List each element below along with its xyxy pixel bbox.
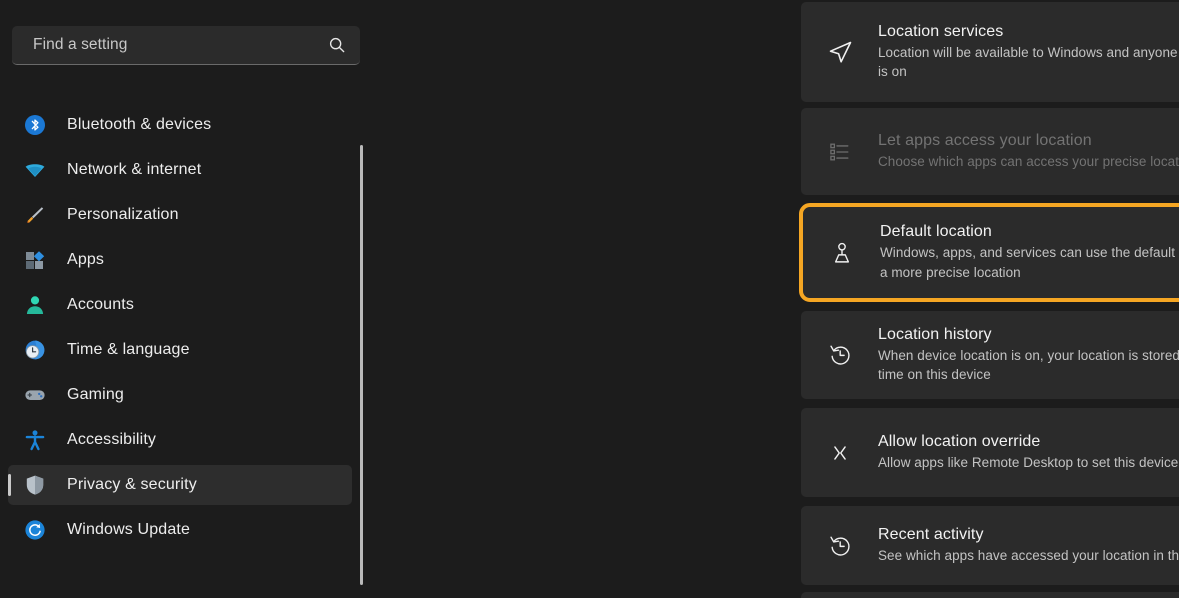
sidebar-item-time-language[interactable]: Time & language	[8, 330, 352, 370]
sidebar-item-label: Apps	[67, 251, 104, 269]
row-title: Let apps access your location	[878, 132, 1179, 150]
settings-window: Find a setting Bluetooth & devices	[0, 0, 1179, 598]
update-icon	[24, 519, 46, 541]
row-title: Default location	[880, 223, 1179, 241]
sidebar-item-privacy-security[interactable]: Privacy & security	[8, 465, 352, 505]
sidebar-item-label: Gaming	[67, 386, 124, 404]
sidebar-item-label: Time & language	[67, 341, 190, 359]
main-content: Location services Location will be avail…	[400, 0, 1179, 598]
sidebar-item-bluetooth-devices[interactable]: Bluetooth & devices	[8, 105, 352, 145]
search-icon[interactable]	[328, 36, 346, 54]
person-icon	[24, 294, 46, 316]
gamepad-icon	[24, 384, 46, 406]
sidebar-item-label: Network & internet	[67, 161, 201, 179]
sidebar-item-network-internet[interactable]: Network & internet	[8, 150, 352, 190]
row-title: Location services	[878, 23, 1179, 41]
sidebar-item-label: Privacy & security	[67, 476, 197, 494]
sidebar-item-label: Personalization	[67, 206, 179, 224]
row-subtitle: When device location is on, your locatio…	[878, 346, 1179, 384]
sidebar-item-label: Accounts	[67, 296, 134, 314]
row-text: Location services Location will be avail…	[878, 23, 1179, 81]
search-input[interactable]: Find a setting	[12, 26, 360, 65]
row-text: Location history When device location is…	[878, 326, 1179, 384]
setting-row-partial-below[interactable]	[801, 592, 1179, 598]
setting-row-allow-location-override[interactable]: Allow location override Allow apps like …	[801, 408, 1179, 497]
row-text: Default location Windows, apps, and serv…	[880, 223, 1179, 281]
sidebar-scrollbar[interactable]	[360, 145, 363, 585]
row-text: Allow location override Allow apps like …	[878, 433, 1179, 472]
row-text: Let apps access your location Choose whi…	[878, 132, 1179, 171]
list-icon	[823, 135, 857, 169]
sidebar-item-apps[interactable]: Apps	[8, 240, 352, 280]
clock-globe-icon	[24, 339, 46, 361]
setting-row-location-services[interactable]: Location services Location will be avail…	[801, 2, 1179, 102]
row-subtitle: Location will be available to Windows an…	[878, 43, 1179, 81]
default-location-icon	[825, 236, 859, 270]
setting-row-location-history[interactable]: Location history When device location is…	[801, 311, 1179, 399]
row-subtitle: Choose which apps can access your precis…	[878, 152, 1179, 171]
sidebar-item-personalization[interactable]: Personalization	[8, 195, 352, 235]
navigation-arrow-icon	[823, 35, 857, 69]
row-subtitle: Windows, apps, and services can use the …	[880, 243, 1179, 281]
row-subtitle: See which apps have accessed your locati…	[878, 546, 1179, 565]
sidebar-item-label: Windows Update	[67, 521, 190, 539]
sidebar-item-accessibility[interactable]: Accessibility	[8, 420, 352, 460]
history-icon	[823, 529, 857, 563]
row-title: Recent activity	[878, 526, 1179, 544]
sidebar: Find a setting Bluetooth & devices	[0, 0, 400, 598]
row-title: Location history	[878, 326, 1179, 344]
setting-row-recent-activity[interactable]: Recent activity See which apps have acce…	[801, 506, 1179, 585]
sidebar-item-label: Accessibility	[67, 431, 156, 449]
wifi-icon	[24, 159, 46, 181]
search-placeholder: Find a setting	[33, 36, 127, 54]
accessibility-icon	[24, 429, 46, 451]
bluetooth-icon	[24, 114, 46, 136]
history-icon	[823, 338, 857, 372]
paintbrush-icon	[24, 204, 46, 226]
row-text: Recent activity See which apps have acce…	[878, 526, 1179, 565]
sidebar-item-label: Bluetooth & devices	[67, 116, 211, 134]
sidebar-item-accounts[interactable]: Accounts	[8, 285, 352, 325]
search-container: Find a setting	[12, 26, 360, 65]
setting-row-default-location[interactable]: Default location Windows, apps, and serv…	[799, 203, 1179, 302]
scrollbar-thumb[interactable]	[360, 145, 363, 585]
sidebar-item-windows-update[interactable]: Windows Update	[8, 510, 352, 550]
override-icon	[823, 436, 857, 470]
sidebar-item-gaming[interactable]: Gaming	[8, 375, 352, 415]
row-title: Allow location override	[878, 433, 1179, 451]
row-subtitle: Allow apps like Remote Desktop to set th…	[878, 453, 1179, 472]
setting-row-let-apps-access-your-location[interactable]: Let apps access your location Choose whi…	[801, 108, 1179, 195]
shield-icon	[24, 474, 46, 496]
apps-icon	[24, 249, 46, 271]
sidebar-nav: Bluetooth & devices Network & internet	[0, 100, 360, 555]
